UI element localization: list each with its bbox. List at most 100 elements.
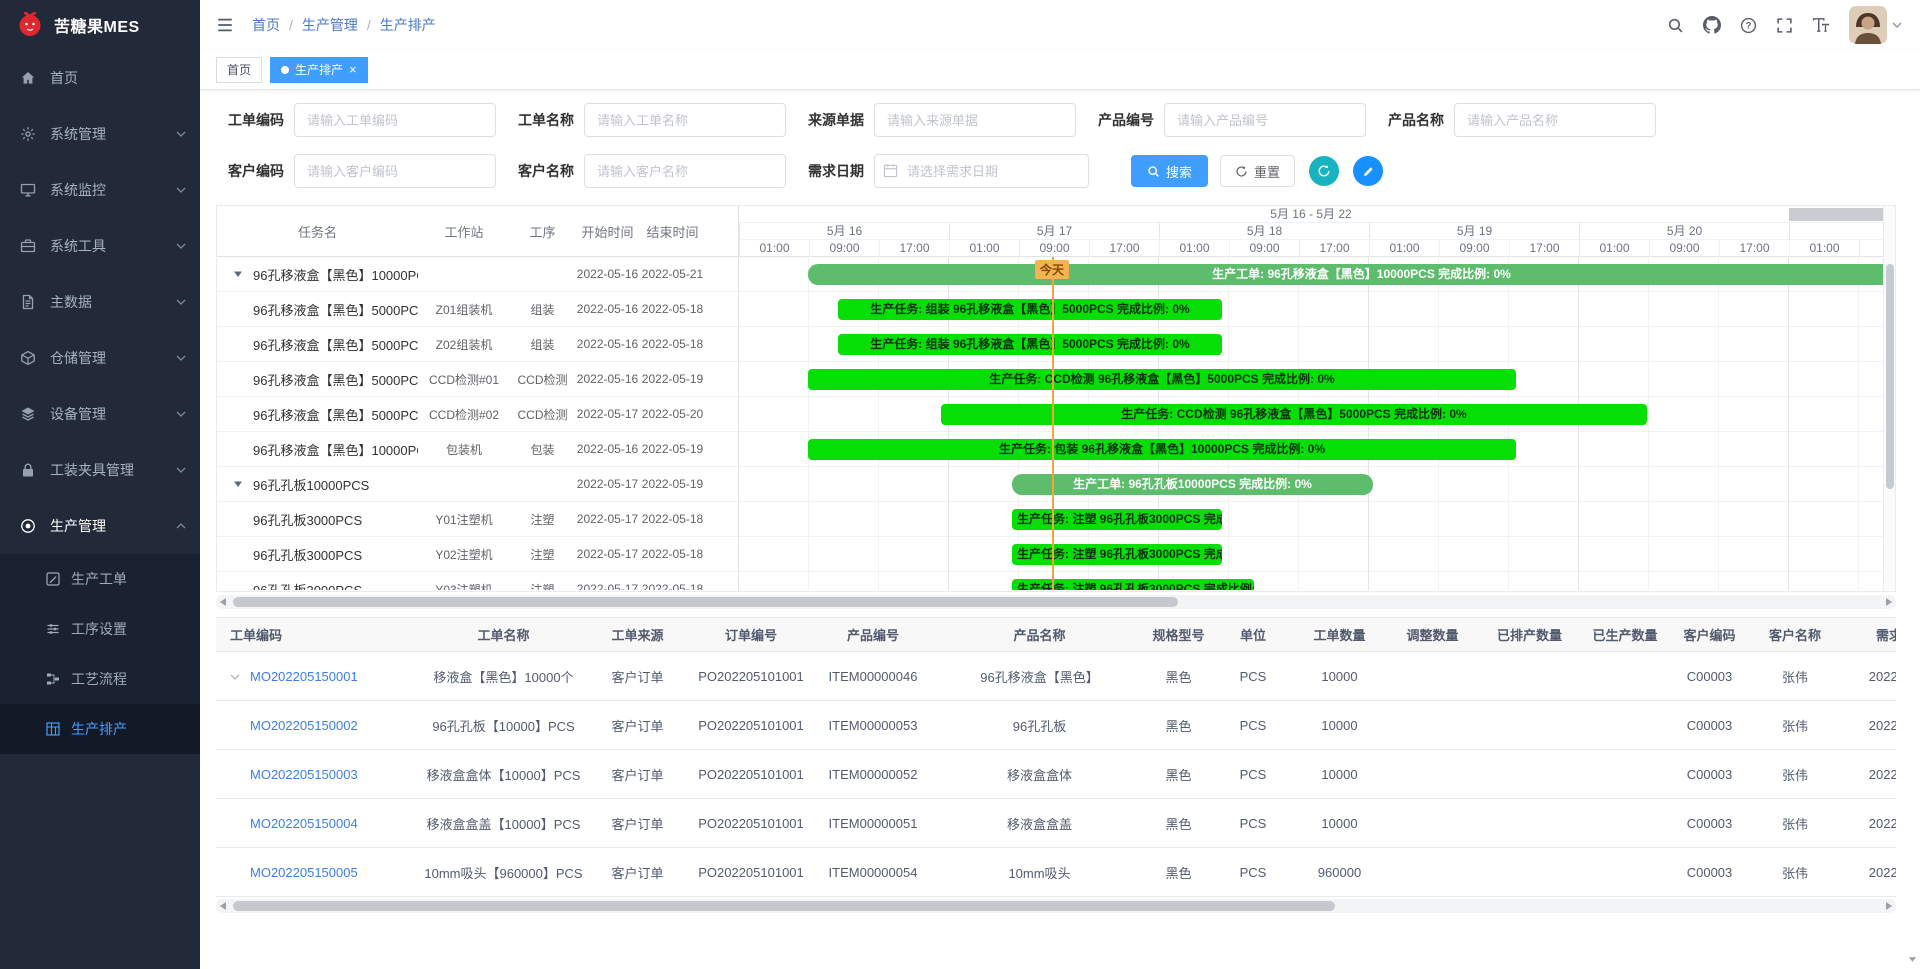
- table-column-header[interactable]: 客户编码: [1671, 618, 1748, 652]
- breadcrumb-item[interactable]: 首页: [252, 15, 280, 35]
- table-column-header[interactable]: 已生产数量: [1579, 618, 1671, 652]
- gantt-horizontal-scrollbar[interactable]: [216, 595, 1896, 609]
- gantt-row[interactable]: 96孔孔板10000PCS2022-05-172022-05-19: [217, 467, 738, 502]
- question-icon[interactable]: ?: [1740, 17, 1757, 34]
- scroll-left-icon[interactable]: [218, 597, 228, 607]
- gantt-row[interactable]: 96孔移液盒【黑色】10000PCS包装机包装2022-05-162022-05…: [217, 432, 738, 467]
- sidebar-subitem-production-scheduling[interactable]: 生产排产: [0, 704, 200, 754]
- table-hscroll-thumb[interactable]: [233, 901, 1335, 911]
- workorder-name-input[interactable]: [584, 103, 786, 137]
- search-icon[interactable]: [1667, 17, 1684, 34]
- gantt-vertical-scrollbar[interactable]: [1883, 206, 1895, 591]
- refresh-round-button[interactable]: [1309, 156, 1339, 186]
- product-code-input[interactable]: [1164, 103, 1366, 137]
- scroll-down-icon[interactable]: [1908, 951, 1917, 967]
- tree-expand-icon[interactable]: [233, 269, 247, 279]
- row-expand-icon[interactable]: [230, 674, 250, 680]
- gantt-row[interactable]: 96孔移液盒【黑色】5000PCSZ01组装机组装2022-05-162022-…: [217, 292, 738, 327]
- gantt-bar-task[interactable]: 生产任务: 注塑 96孔孔板3000PCS 完成比例: 0%: [1012, 509, 1222, 530]
- table-column-header[interactable]: 产品编号: [812, 618, 934, 652]
- breadcrumb-item[interactable]: 生产管理: [302, 15, 358, 35]
- table-row[interactable]: MO20220515000296孔孔板【10000】PCS客户订单PO20220…: [216, 701, 1896, 750]
- tree-expand-icon[interactable]: [233, 479, 247, 489]
- gantt-row[interactable]: 96孔孔板3000PCSY03注塑机注塑2022-05-172022-05-18: [217, 572, 738, 590]
- tab-close-icon[interactable]: ×: [349, 63, 357, 76]
- tab-home[interactable]: 首页: [216, 57, 262, 83]
- gantt-row[interactable]: 96孔移液盒【黑色】10000PCS2022-05-162022-05-21: [217, 257, 738, 292]
- table-column-header[interactable]: 产品名称: [934, 618, 1145, 652]
- demand-date-input[interactable]: [874, 154, 1089, 188]
- table-column-header[interactable]: 订单编号: [690, 618, 812, 652]
- table-column-header[interactable]: 已排产数量: [1480, 618, 1579, 652]
- sidebar-item-warehouse-management[interactable]: 仓储管理: [0, 330, 200, 386]
- sidebar-subitem-production-workorder[interactable]: 生产工单: [0, 554, 200, 604]
- gantt-bar-task[interactable]: 生产任务: 包装 96孔移液盒【黑色】10000PCS 完成比例: 0%: [808, 439, 1516, 460]
- sidebar-subitem-process-flow[interactable]: 工艺流程: [0, 654, 200, 704]
- workorder-link[interactable]: MO202205150003: [250, 767, 358, 782]
- reset-button[interactable]: 重置: [1220, 155, 1295, 187]
- table-horizontal-scrollbar[interactable]: [216, 899, 1896, 913]
- sidebar-item-system-tools[interactable]: 系统工具: [0, 218, 200, 274]
- gantt-bar-task[interactable]: 生产任务: 注塑 96孔孔板3000PCS 完成比例: 0%: [1012, 544, 1222, 565]
- page-scrollbar[interactable]: [1906, 50, 1920, 969]
- sidebar-item-master-data[interactable]: 主数据: [0, 274, 200, 330]
- table-column-header[interactable]: 工单名称: [422, 618, 585, 652]
- table-column-header[interactable]: 规格型号: [1145, 618, 1212, 652]
- table-column-header[interactable]: 单位: [1212, 618, 1294, 652]
- sidebar-item-home[interactable]: 首页: [0, 50, 200, 106]
- gantt-row[interactable]: 96孔移液盒【黑色】5000PCSZ02组装机组装2022-05-162022-…: [217, 327, 738, 362]
- customer-name-input[interactable]: [584, 154, 786, 188]
- gantt-bar-work-order[interactable]: 生产工单: 96孔孔板10000PCS 完成比例: 0%: [1012, 474, 1373, 495]
- workorder-code-input[interactable]: [294, 103, 496, 137]
- sidebar-item-equipment-management[interactable]: 设备管理: [0, 386, 200, 442]
- workorder-link[interactable]: MO202205150004: [250, 816, 358, 831]
- gantt-row[interactable]: 96孔移液盒【黑色】5000PCSCCD检测#01CCD检测2022-05-16…: [217, 362, 738, 397]
- workorder-link[interactable]: MO202205150002: [250, 718, 358, 733]
- sidebar-subitem-process-settings[interactable]: 工序设置: [0, 604, 200, 654]
- gantt-hscroll-thumb[interactable]: [233, 597, 1178, 607]
- customer-code-input[interactable]: [294, 154, 496, 188]
- gantt-row[interactable]: 96孔移液盒【黑色】5000PCSCCD检测#02CCD检测2022-05-17…: [217, 397, 738, 432]
- sidebar-toggle-icon[interactable]: [216, 16, 234, 34]
- gantt-range-scroll-block[interactable]: [1789, 208, 1883, 221]
- table-column-header[interactable]: 工单来源: [585, 618, 690, 652]
- table-row[interactable]: MO202205150004移液盒盒盖【10000】PCS客户订单PO20220…: [216, 799, 1896, 848]
- fullscreen-icon[interactable]: [1776, 17, 1793, 34]
- avatar[interactable]: [1849, 6, 1887, 44]
- scroll-right-icon[interactable]: [1884, 597, 1894, 607]
- gantt-bar-task[interactable]: 生产任务: CCD检测 96孔移液盒【黑色】5000PCS 完成比例: 0%: [941, 404, 1647, 425]
- table-row[interactable]: MO20220515000510mm吸头【960000】PCS客户订单PO202…: [216, 848, 1896, 897]
- gantt-row[interactable]: 96孔孔板3000PCSY01注塑机注塑2022-05-172022-05-18: [217, 502, 738, 537]
- source-document-input[interactable]: [874, 103, 1076, 137]
- search-button[interactable]: 搜索: [1131, 155, 1208, 187]
- font-size-icon[interactable]: [1812, 16, 1830, 34]
- edit-round-button[interactable]: [1353, 156, 1383, 186]
- breadcrumb-item[interactable]: 生产排产: [380, 15, 436, 35]
- gantt-bar-task[interactable]: 生产任务: 组装 96孔移液盒【黑色】5000PCS 完成比例: 0%: [838, 334, 1222, 355]
- product-name-input[interactable]: [1454, 103, 1656, 137]
- gantt-row[interactable]: 96孔孔板3000PCSY02注塑机注塑2022-05-172022-05-18: [217, 537, 738, 572]
- gantt-bar-work-order[interactable]: 生产工单: 96孔移液盒【黑色】10000PCS 完成比例: 0%: [808, 264, 1883, 285]
- user-menu[interactable]: [1849, 6, 1902, 44]
- table-column-header[interactable]: 工单数量: [1294, 618, 1385, 652]
- table-column-header[interactable]: 客户名称: [1748, 618, 1842, 652]
- gantt-bar-task[interactable]: 生产任务: CCD检测 96孔移液盒【黑色】5000PCS 完成比例: 0%: [808, 369, 1516, 390]
- scroll-left-icon[interactable]: [218, 901, 228, 911]
- table-column-header[interactable]: 调整数量: [1385, 618, 1480, 652]
- gantt-bar-task[interactable]: 生产任务: 组装 96孔移液盒【黑色】5000PCS 完成比例: 0%: [838, 299, 1222, 320]
- scroll-right-icon[interactable]: [1884, 901, 1894, 911]
- gantt-vscroll-thumb[interactable]: [1886, 264, 1894, 489]
- table-column-header[interactable]: 需求日期: [1842, 618, 1896, 652]
- tab-production-scheduling[interactable]: 生产排产×: [270, 57, 368, 83]
- workorder-link[interactable]: MO202205150001: [250, 669, 358, 684]
- table-row[interactable]: MO202205150003移液盒盒体【10000】PCS客户订单PO20220…: [216, 750, 1896, 799]
- workorder-link[interactable]: MO202205150005: [250, 865, 358, 880]
- gantt-bar-task[interactable]: 生产任务: 注塑 96孔孔板3000PCS 完成比例: 0%: [1012, 579, 1254, 590]
- sidebar-item-system-management[interactable]: 系统管理: [0, 106, 200, 162]
- sidebar-item-production-management[interactable]: 生产管理: [0, 498, 200, 554]
- sidebar-item-fixture-management[interactable]: 工装夹具管理: [0, 442, 200, 498]
- table-row[interactable]: MO202205150001移液盒【黑色】10000个客户订单PO2022051…: [216, 652, 1896, 701]
- sidebar-item-system-monitor[interactable]: 系统监控: [0, 162, 200, 218]
- github-icon[interactable]: [1703, 16, 1721, 34]
- table-column-header[interactable]: 工单编码: [216, 618, 422, 652]
